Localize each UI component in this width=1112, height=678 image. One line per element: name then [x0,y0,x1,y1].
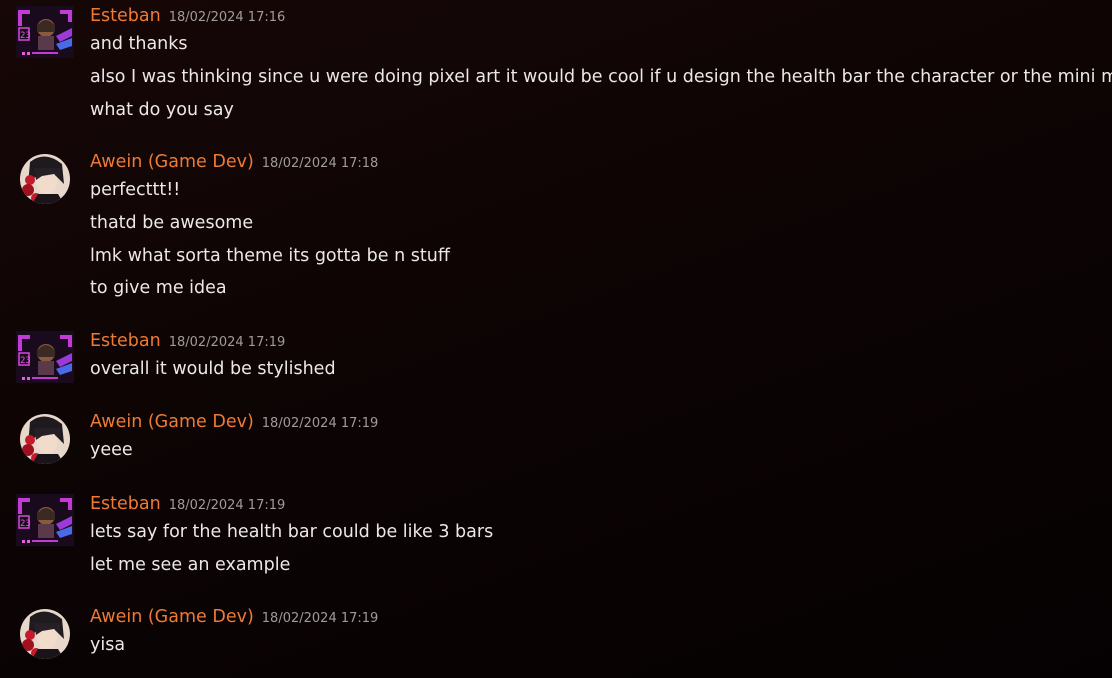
anime-character-avatar-icon [20,154,70,204]
avatar[interactable]: 23 [16,6,74,62]
message-header: Awein (Game Dev) 18/02/2024 17:19 [90,607,378,631]
message-text: yisa [90,635,126,655]
username[interactable]: Awein (Game Dev) [90,152,254,172]
pixel-cyber-avatar-icon: 23 [16,494,74,546]
timestamp: 18/02/2024 17:19 [261,611,379,626]
timestamp: 18/02/2024 17:18 [261,156,379,171]
svg-text:23: 23 [20,31,31,41]
anime-character-avatar-icon [20,609,70,659]
message-text: lets say for the health bar could be lik… [90,522,494,542]
timestamp: 18/02/2024 17:19 [168,498,286,513]
avatar[interactable]: 23 [16,331,74,387]
username[interactable]: Awein (Game Dev) [90,412,254,432]
anime-character-avatar-icon [20,414,70,464]
timestamp: 18/02/2024 17:16 [168,10,286,25]
message-header: Esteban 18/02/2024 17:19 [90,494,285,518]
message-text: yeee [90,440,133,460]
message-text: what do you say [90,100,234,120]
message-text: lmk what sorta theme its gotta be n stuf… [90,246,450,266]
avatar[interactable] [20,154,70,204]
avatar[interactable]: 23 [16,494,74,550]
avatar[interactable] [20,414,70,464]
message-header: Awein (Game Dev) 18/02/2024 17:19 [90,412,378,436]
timestamp: 18/02/2024 17:19 [168,335,286,350]
pixel-cyber-avatar-icon: 23 [16,331,74,383]
pixel-cyber-avatar-icon: 23 [16,6,74,58]
message-header: Awein (Game Dev) 18/02/2024 17:18 [90,152,378,176]
message-text: to give me idea [90,278,227,298]
message-header: Esteban 18/02/2024 17:16 [90,6,285,30]
avatar[interactable] [20,609,70,659]
message-text: overall it would be stylished [90,359,336,379]
message-header: Esteban 18/02/2024 17:19 [90,331,285,355]
svg-text:23: 23 [20,519,31,529]
message-text: let me see an example [90,555,291,575]
username[interactable]: Esteban [90,331,161,351]
username[interactable]: Esteban [90,6,161,26]
svg-text:23: 23 [20,356,31,366]
message-text: also I was thinking since u were doing p… [90,67,1112,87]
message-text: and thanks [90,34,188,54]
username[interactable]: Awein (Game Dev) [90,607,254,627]
message-text: thatd be awesome [90,213,254,233]
username[interactable]: Esteban [90,494,161,514]
message-text: perfecttt!! [90,180,181,200]
timestamp: 18/02/2024 17:19 [261,416,379,431]
